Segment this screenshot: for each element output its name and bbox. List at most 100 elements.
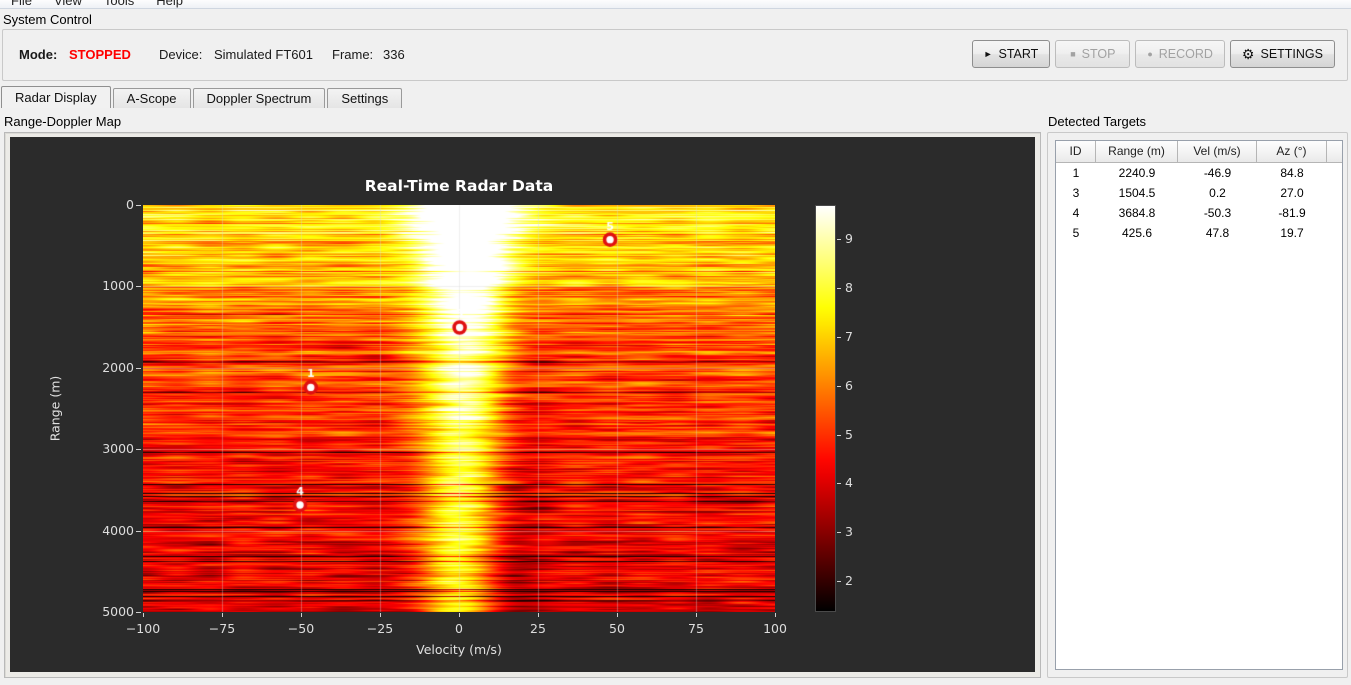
tab-a-scope[interactable]: A-Scope <box>112 88 191 108</box>
x-tick-label: 25 <box>530 621 546 636</box>
cell-id: 1 <box>1072 166 1080 180</box>
table-row[interactable]: 3 1504.5 0.2 27.0 <box>1056 183 1342 203</box>
x-tick-mark <box>380 613 381 617</box>
menu-tools[interactable]: Tools <box>101 0 137 8</box>
menu-view[interactable]: View <box>51 0 85 8</box>
y-axis-label-wrap: Range (m) <box>40 205 70 612</box>
cell-az: 19.7 <box>1280 226 1304 240</box>
stop-icon: ■ <box>1070 48 1076 59</box>
record-button[interactable]: ● RECORD <box>1135 40 1225 68</box>
record-icon: ● <box>1147 48 1153 59</box>
column-header-az[interactable]: Az (°) <box>1257 141 1327 163</box>
y-tick-mark <box>136 612 141 613</box>
y-tick-label: 4000 <box>102 522 134 538</box>
colorbar-tick-mark <box>837 581 841 582</box>
mode-label: Mode: <box>19 47 58 62</box>
frame-label: Frame: <box>332 47 374 62</box>
table-row[interactable]: 4 3684.8 -50.3 -81.9 <box>1056 203 1342 223</box>
colorbar-tick-label: 7 <box>845 328 853 344</box>
colorbar-tick-label: 6 <box>845 377 853 393</box>
column-header-stub <box>1327 141 1342 163</box>
column-header-range[interactable]: Range (m) <box>1096 141 1178 163</box>
x-tick-label: −50 <box>287 621 315 636</box>
play-icon: ► <box>983 48 993 59</box>
radar-plot-panel: Real-Time Radar Data Range (m) Velocity … <box>10 137 1035 672</box>
range-doppler-map-title: Range-Doppler Map <box>4 114 122 129</box>
detected-targets-table[interactable]: ID Range (m) Vel (m/s) Az (°) 1 2240.9 -… <box>1055 140 1343 670</box>
colorbar-tick-mark <box>837 239 841 240</box>
plot-title: Real-Time Radar Data <box>364 177 554 195</box>
cell-range: 425.6 <box>1121 226 1153 240</box>
frame-value: 336 <box>383 47 405 62</box>
cell-vel: 47.8 <box>1205 226 1230 240</box>
y-tick-mark <box>136 531 141 532</box>
y-axis-label: Range (m) <box>47 375 63 442</box>
y-tick-label: 0 <box>126 197 134 212</box>
menu-help[interactable]: Help <box>153 0 186 8</box>
colorbar-tick-mark <box>837 386 841 387</box>
table-header-row: ID Range (m) Vel (m/s) Az (°) <box>1056 141 1342 163</box>
x-axis-label: Velocity (m/s) <box>416 642 502 657</box>
detected-targets-title: Detected Targets <box>1048 114 1147 129</box>
table-row[interactable]: 5 425.6 47.8 19.7 <box>1056 223 1342 243</box>
x-tick-label: −25 <box>366 621 394 636</box>
menu-file[interactable]: File <box>8 0 35 8</box>
x-tick-label: −75 <box>208 621 236 636</box>
record-button-label: RECORD <box>1158 47 1213 61</box>
colorbar-tick-mark <box>837 337 841 338</box>
y-tick-mark <box>136 205 141 206</box>
range-doppler-heatmap[interactable] <box>143 205 775 612</box>
x-tick-mark <box>301 613 302 617</box>
start-button-label: START <box>998 47 1039 61</box>
cell-id: 3 <box>1072 186 1080 200</box>
cell-vel: -50.3 <box>1203 206 1232 220</box>
cell-id: 5 <box>1072 226 1080 240</box>
y-tick-label: 1000 <box>102 278 134 294</box>
colorbar-tick-label: 8 <box>845 280 853 296</box>
colorbar-tick-mark <box>837 532 841 533</box>
cell-range: 3684.8 <box>1118 206 1156 220</box>
colorbar <box>815 205 836 612</box>
system-control-group: Mode: STOPPED Device: Simulated FT601 Fr… <box>2 29 1348 81</box>
tab-settings[interactable]: Settings <box>327 88 403 108</box>
menu-bar: File View Tools Help <box>0 0 1351 9</box>
x-tick-label: 0 <box>455 621 463 636</box>
y-tick-label: 5000 <box>102 604 134 619</box>
table-row[interactable]: 1 2240.9 -46.9 84.8 <box>1056 163 1342 183</box>
tab-radar-display[interactable]: Radar Display <box>1 86 111 108</box>
cell-az: 27.0 <box>1280 186 1304 200</box>
mode-value: STOPPED <box>69 47 131 62</box>
x-tick-label: 100 <box>763 621 787 636</box>
colorbar-tick-mark <box>837 435 841 436</box>
control-buttons: ► START ■ STOP ● RECORD ⚙ SETTINGS <box>971 40 1335 68</box>
device-value: Simulated FT601 <box>214 47 313 62</box>
y-tick-mark <box>136 449 141 450</box>
colorbar-tick-label: 3 <box>845 524 853 540</box>
stop-button[interactable]: ■ STOP <box>1055 40 1131 68</box>
settings-button-label: SETTINGS <box>1260 47 1323 61</box>
stop-button-label: STOP <box>1081 47 1116 61</box>
column-header-id[interactable]: ID <box>1056 141 1096 163</box>
y-tick-label: 3000 <box>102 441 134 457</box>
start-button[interactable]: ► START <box>971 40 1051 68</box>
x-tick-mark <box>775 613 776 617</box>
system-control-title: System Control <box>3 12 92 27</box>
x-tick-label: 75 <box>688 621 704 636</box>
cell-vel: 0.2 <box>1209 186 1226 200</box>
y-tick-mark <box>136 368 141 369</box>
colorbar-tick-label: 5 <box>845 426 853 442</box>
tab-doppler-spectrum[interactable]: Doppler Spectrum <box>192 88 326 108</box>
device-label: Device: <box>159 47 203 62</box>
y-tick-mark <box>136 286 141 287</box>
settings-button[interactable]: ⚙ SETTINGS <box>1229 40 1335 68</box>
cell-range: 1504.5 <box>1118 186 1156 200</box>
cell-vel: -46.9 <box>1203 166 1232 180</box>
cell-range: 2240.9 <box>1118 166 1156 180</box>
x-tick-mark <box>459 613 460 617</box>
range-doppler-plot-frame: Real-Time Radar Data Range (m) Velocity … <box>4 132 1041 678</box>
column-header-vel[interactable]: Vel (m/s) <box>1178 141 1257 163</box>
cell-az: -81.9 <box>1278 206 1306 220</box>
menu-items: File View Tools Help <box>0 0 1351 8</box>
x-tick-mark <box>143 613 144 617</box>
cell-id: 4 <box>1072 206 1080 220</box>
